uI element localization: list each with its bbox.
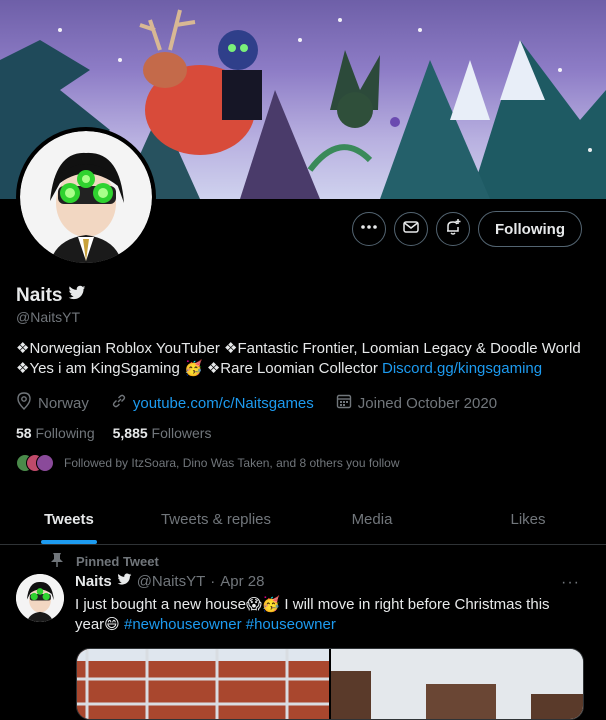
verified-bird-icon [68,285,86,307]
link-icon [111,393,127,413]
followers-label: Followers [151,425,212,441]
tweet-date[interactable]: Apr 28 [220,573,264,590]
more-button[interactable] [352,212,387,246]
profile-name-row: Naits [16,285,86,307]
location-text: Norway [38,394,89,412]
envelope-icon [402,218,420,241]
bio-line-2-text: ❖Yes i am KingSgaming 🥳 ❖Rare Loomian Co… [16,360,383,377]
followed-by-text: Followed by ItzSoara, Dino Was Taken, an… [64,456,400,470]
profile-bio: ❖Norwegian Roblox YouTuber ❖Fantastic Fr… [16,339,591,379]
pinned-label-row: Pinned Tweet [50,552,159,571]
following-stat[interactable]: 58 Following [16,425,95,441]
profile-actions: Following [352,211,582,247]
tweet-author-handle[interactable]: @NaitsYT [137,573,206,590]
following-button[interactable]: Following [478,211,582,247]
tweet-header: Naits @NaitsYT · Apr 28 [75,573,264,590]
profile-avatar[interactable] [16,127,156,267]
bio-line-2: ❖Yes i am KingSgaming 🥳 ❖Rare Loomian Co… [16,359,591,379]
hashtag-newhouseowner[interactable]: #newhouseowner [124,616,242,633]
calendar-icon [336,393,352,413]
following-count: 58 [16,425,32,441]
pinned-label: Pinned Tweet [76,554,159,569]
pin-icon [50,552,64,571]
verified-bird-icon [117,573,132,590]
tweet-media[interactable] [76,648,584,720]
profile-stats: 58 Following 5,885 Followers [16,425,211,441]
tab-tweets[interactable]: Tweets [0,494,138,544]
tweet-separator: · [210,573,216,590]
website-link[interactable]: youtube.com/c/Naitsgames [133,395,314,412]
tweet-text: I just bought a new house😱🥳 I will move … [75,595,575,635]
tweet-more-icon[interactable]: ··· [561,574,580,592]
profile-meta: Norway youtube.com/c/Naitsgames Joined O… [16,392,497,414]
location-pin-icon [16,392,32,414]
tweet-avatar[interactable] [16,574,64,622]
followers-stat[interactable]: 5,885 Followers [113,425,212,441]
bio-line-1: ❖Norwegian Roblox YouTuber ❖Fantastic Fr… [16,340,581,357]
tab-tweets-replies[interactable]: Tweets & replies [138,494,294,544]
joined-text: Joined October 2020 [357,394,498,412]
bell-plus-icon [444,218,462,241]
tab-likes[interactable]: Likes [450,494,606,544]
tab-media[interactable]: Media [294,494,450,544]
followed-by-row[interactable]: Followed by ItzSoara, Dino Was Taken, an… [16,454,400,472]
following-label: Following [35,425,95,441]
bio-discord-link[interactable]: Discord.gg/kingsgaming [382,360,542,377]
more-horizontal-icon [360,218,378,241]
profile-handle: @NaitsYT [16,309,80,325]
followed-by-avatars [16,454,54,472]
message-button[interactable] [394,212,429,246]
followers-count: 5,885 [112,425,148,441]
hashtag-houseowner[interactable]: #houseowner [246,616,336,633]
profile-name: Naits [16,285,63,306]
profile-tabs: Tweets Tweets & replies Media Likes [0,494,606,545]
notifications-button[interactable] [436,212,471,246]
tweet-author-name[interactable]: Naits [75,573,112,590]
follower-avatar [36,454,54,472]
